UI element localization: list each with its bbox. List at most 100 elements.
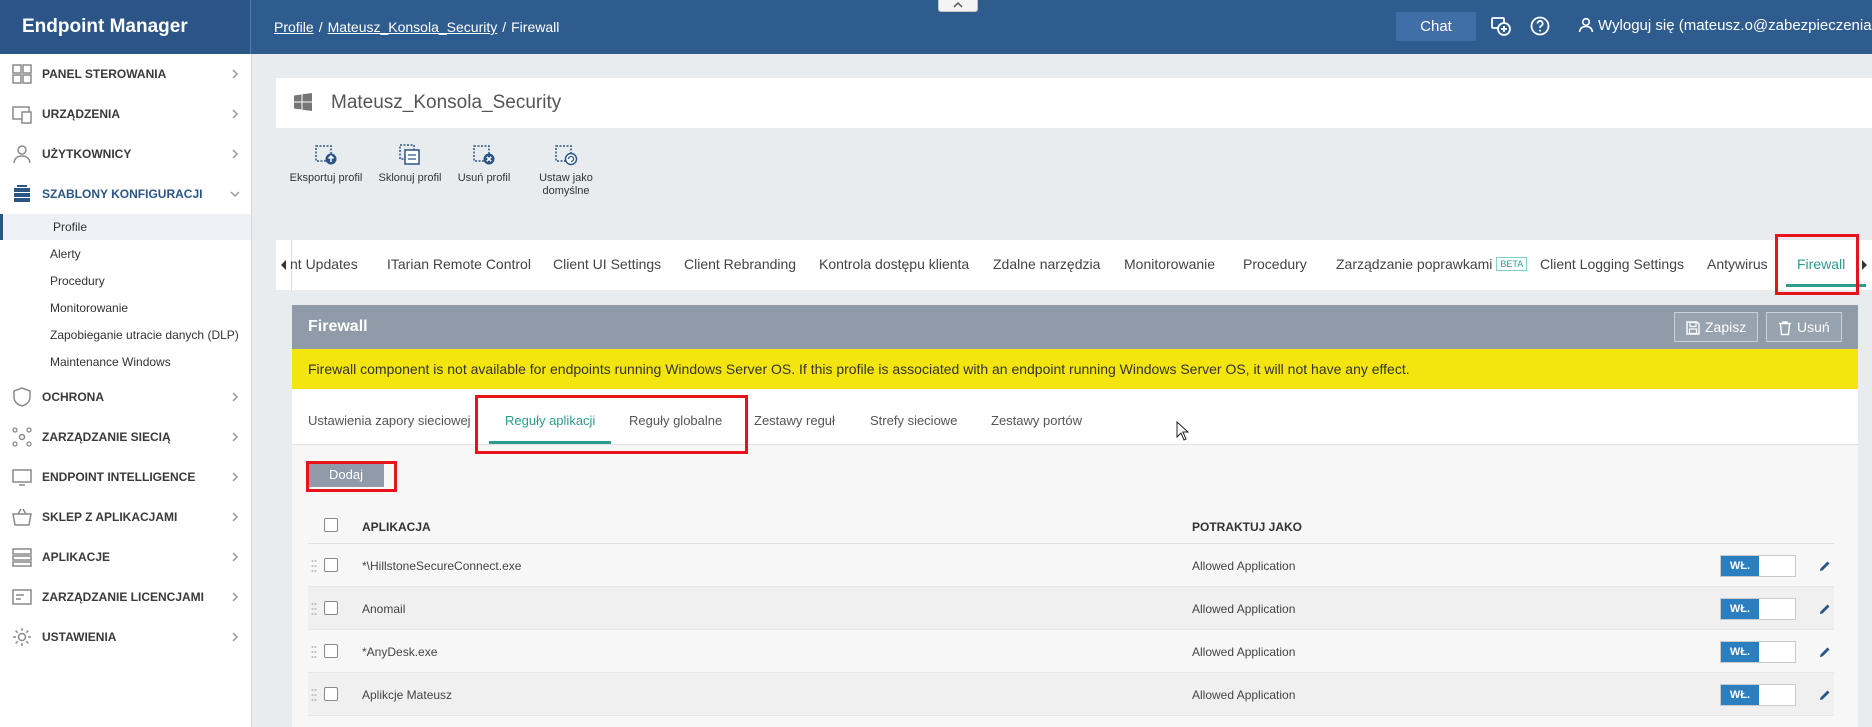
chevron-right-icon	[232, 69, 239, 79]
tab-patch-management[interactable]: Zarządzanie poprawkami BETA	[1336, 256, 1528, 272]
set-default-icon	[555, 145, 578, 166]
sidebar-item-app-store[interactable]: SKLEP Z APLIKACJAMI	[0, 497, 251, 537]
rule-enabled-toggle[interactable]: WŁ.	[1720, 641, 1796, 663]
delete-profile-icon	[473, 145, 495, 165]
sidebar-item-applications[interactable]: APLIKACJE	[0, 537, 251, 577]
active-tab-indicator	[1786, 284, 1866, 287]
subtab-global-rules[interactable]: Reguły globalne	[629, 413, 722, 428]
tabs-scroll-right[interactable]	[1856, 240, 1872, 290]
row-checkbox[interactable]	[324, 687, 338, 701]
breadcrumb-profile-name-link[interactable]: Mateusz_Konsola_Security	[328, 19, 498, 35]
sidebar-subitem-alerts[interactable]: Alerty	[0, 241, 251, 267]
sidebar-subitem-monitoring[interactable]: Monitorowanie	[0, 295, 251, 321]
rule-enabled-toggle[interactable]: WŁ.	[1720, 598, 1796, 620]
row-checkbox[interactable]	[324, 558, 338, 572]
sidebar-subitem-maintenance-windows[interactable]: Maintenance Windows	[0, 349, 251, 375]
tab-client-ui-settings[interactable]: Client UI Settings	[553, 256, 661, 272]
save-button[interactable]: Zapisz	[1674, 312, 1758, 342]
license-icon	[12, 589, 32, 605]
tab-patch-updates[interactable]: nt Updates	[290, 256, 358, 272]
tab-itarian-remote-control[interactable]: ITarian Remote Control	[387, 256, 531, 272]
top-bar: Endpoint Manager Profile / Mateusz_Konsola…	[0, 0, 1872, 54]
chevron-right-icon	[232, 552, 239, 562]
export-profile-button[interactable]: Eksportuj profil	[284, 142, 368, 185]
profile-toolbar: Eksportuj profil Sklonuj profil Usuń pro…	[276, 128, 1872, 214]
tab-firewall[interactable]: Firewall	[1797, 256, 1845, 272]
export-icon	[315, 145, 337, 165]
drag-handle-icon[interactable]	[311, 602, 317, 616]
sidebar-subitem-dlp[interactable]: Zapobieganie utracie danych (DLP)	[0, 322, 251, 348]
sidebar-item-settings[interactable]: USTAWIENIA	[0, 617, 251, 657]
sidebar-item-label: ZARZĄDZANIE LICENCJAMI	[42, 590, 204, 604]
rule-application: Aplikcje Mateusz	[362, 688, 453, 702]
sidebar-item-label: ZARZĄDZANIE SIECIĄ	[42, 430, 171, 444]
add-rule-button[interactable]: Dodaj	[308, 463, 384, 487]
pencil-icon[interactable]	[1818, 688, 1832, 702]
toggle-on-label: WŁ.	[1721, 685, 1759, 705]
subtab-application-rules[interactable]: Reguły aplikacji	[505, 413, 595, 428]
pencil-icon[interactable]	[1818, 645, 1832, 659]
chat-button[interactable]: Chat	[1396, 12, 1476, 41]
subtab-network-zones[interactable]: Strefy sieciowe	[870, 413, 957, 428]
sidebar-item-protection[interactable]: OCHRONA	[0, 377, 251, 417]
subtab-rulesets[interactable]: Zestawy reguł	[754, 413, 835, 428]
sidebar-item-dashboard[interactable]: PANEL STEROWANIA	[0, 54, 251, 94]
network-icon	[12, 427, 32, 447]
drag-handle-icon[interactable]	[311, 645, 317, 659]
toggle-on-label: WŁ.	[1721, 556, 1759, 576]
tab-antivirus[interactable]: Antywirus	[1707, 256, 1768, 272]
sidebar-item-devices[interactable]: URZĄDZENIA	[0, 94, 251, 134]
tab-remote-tools[interactable]: Zdalne narzędzia	[993, 256, 1100, 272]
row-checkbox[interactable]	[324, 644, 338, 658]
add-widget-icon[interactable]	[1489, 15, 1511, 37]
sidebar-item-label: SZABLONY KONFIGURACJI	[42, 187, 203, 201]
table-header: APLIKACJA POTRAKTUJ JAKO	[308, 506, 1834, 544]
set-default-button[interactable]: Ustaw jako domyślne	[528, 142, 604, 198]
tab-client-rebranding[interactable]: Client Rebranding	[684, 256, 796, 272]
breadcrumb-profile-link[interactable]: Profile	[274, 19, 314, 35]
subtab-port-sets[interactable]: Zestawy portów	[991, 413, 1082, 428]
rule-enabled-toggle[interactable]: WŁ.	[1720, 555, 1796, 577]
tab-procedures[interactable]: Procedury	[1243, 256, 1307, 272]
set-default-label-line2: domyślne	[542, 185, 590, 197]
sidebar-item-endpoint-intelligence[interactable]: ENDPOINT INTELLIGENCE	[0, 457, 251, 497]
rule-treat-as: Allowed Application	[1192, 559, 1296, 573]
windows-icon	[294, 93, 312, 111]
clone-profile-button[interactable]: Sklonuj profil	[372, 142, 448, 185]
sidebar-subitem-profile[interactable]: Profile	[0, 214, 251, 240]
sidebar-item-config-templates[interactable]: SZABLONY KONFIGURACJI	[0, 174, 251, 214]
rule-enabled-toggle[interactable]: WŁ.	[1720, 684, 1796, 706]
help-icon[interactable]	[1529, 15, 1551, 37]
table-row: *AnyDesk.exe Allowed Application WŁ.	[308, 630, 1834, 673]
drag-handle-icon[interactable]	[311, 688, 317, 702]
pencil-icon[interactable]	[1818, 602, 1832, 616]
user-icon	[13, 145, 31, 164]
sidebar-item-users[interactable]: UŻYTKOWNICY	[0, 134, 251, 174]
logout-link[interactable]: Wyloguj się (mateusz.o@zabezpieczenia.it…	[1578, 17, 1872, 34]
set-default-label-line1: Ustaw jako	[539, 172, 593, 184]
sidebar-subitem-procedures[interactable]: Procedury	[0, 268, 251, 294]
row-checkbox[interactable]	[324, 601, 338, 615]
sidebar-item-label: ENDPOINT INTELLIGENCE	[42, 470, 196, 484]
toggle-on-label: WŁ.	[1721, 642, 1759, 662]
sidebar-item-network-management[interactable]: ZARZĄDZANIE SIECIĄ	[0, 417, 251, 457]
tab-client-access-control[interactable]: Kontrola dostępu klienta	[819, 256, 969, 272]
chevron-right-icon	[232, 592, 239, 602]
pencil-icon[interactable]	[1818, 559, 1832, 573]
select-all-checkbox[interactable]	[324, 518, 338, 532]
tab-monitoring[interactable]: Monitorowanie	[1124, 256, 1215, 272]
mouse-cursor-icon	[1176, 421, 1190, 441]
delete-profile-button[interactable]: Usuń profil	[452, 142, 516, 185]
chevron-right-icon	[232, 149, 239, 159]
tab-client-logging-settings[interactable]: Client Logging Settings	[1540, 256, 1684, 272]
sidebar-item-label: PANEL STEROWANIA	[42, 67, 167, 81]
subtab-firewall-settings[interactable]: Ustawienia zapory sieciowej	[308, 413, 471, 428]
module-tabs: nt Updates ITarian Remote Control Client…	[276, 240, 1872, 290]
sidebar-item-license-management[interactable]: ZARZĄDZANIE LICENCJAMI	[0, 577, 251, 617]
sidebar-subitem-label: Procedury	[50, 274, 105, 288]
collapse-header-toggle[interactable]	[938, 0, 978, 12]
delete-button[interactable]: Usuń	[1766, 312, 1842, 342]
windows-server-warning: Firewall component is not available for …	[292, 349, 1858, 389]
drag-handle-icon[interactable]	[311, 559, 317, 573]
sidebar-item-label: OCHRONA	[42, 390, 104, 404]
